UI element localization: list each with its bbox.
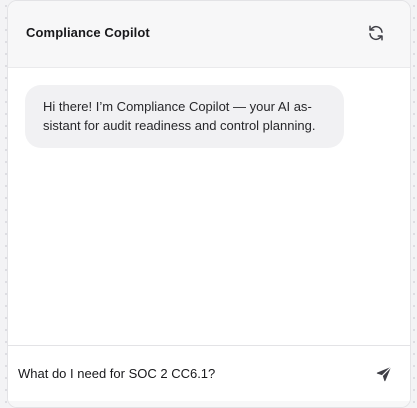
- send-icon: [376, 366, 392, 382]
- panel-footer: [8, 401, 410, 407]
- send-button[interactable]: [374, 364, 394, 384]
- message-input[interactable]: [18, 358, 358, 388]
- assistant-message: Hi there! I’m Compliance Copilot — your …: [25, 85, 344, 148]
- message-composer: [8, 345, 410, 401]
- chat-title: Compliance Copilot: [26, 25, 150, 40]
- message-list: Hi there! I’m Compliance Copilot — your …: [8, 68, 410, 345]
- chat-header: Compliance Copilot: [8, 1, 410, 68]
- chat-panel: Compliance Copilot Hi there! I’m Complia…: [7, 0, 411, 408]
- refresh-icon: [369, 25, 383, 41]
- refresh-button[interactable]: [366, 23, 386, 43]
